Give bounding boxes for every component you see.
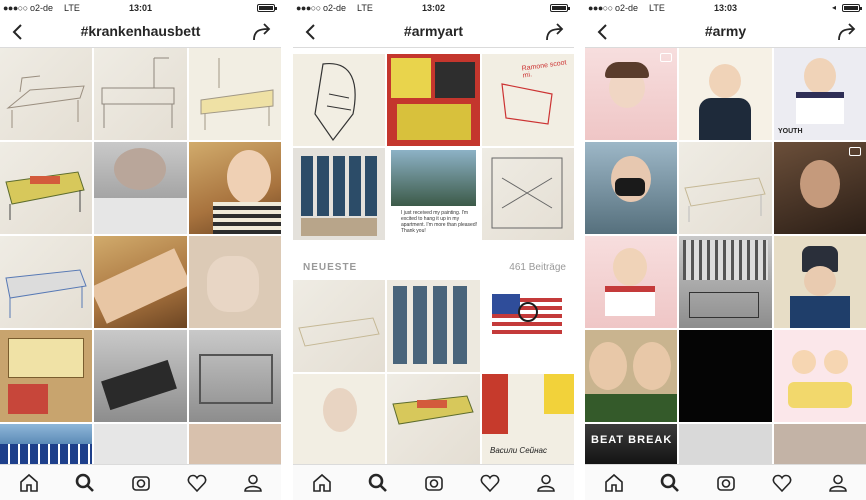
clock: 13:02 bbox=[421, 3, 446, 13]
photo-grid[interactable]: YOUTH BEAT BREAK bbox=[585, 48, 866, 464]
heart-icon[interactable] bbox=[186, 472, 208, 494]
top-nav: #armyart bbox=[293, 16, 574, 48]
photo-grid[interactable] bbox=[0, 48, 281, 464]
grid-photo[interactable] bbox=[387, 374, 480, 464]
grid-photo[interactable] bbox=[774, 236, 866, 328]
battery-icon bbox=[842, 4, 862, 12]
tile-caption-youth: YOUTH bbox=[778, 128, 803, 135]
profile-icon[interactable] bbox=[827, 472, 849, 494]
screen-armyart: ●●●○○ o2-de LTE 13:02 #armyart Ramone sc… bbox=[293, 0, 574, 500]
screen-krankenhausbett: ●●●○○ o2-de LTE 13:01 #krankenhausbett bbox=[0, 0, 281, 500]
grid-photo[interactable] bbox=[774, 424, 866, 464]
clock: 13:01 bbox=[128, 3, 153, 13]
grid-photo[interactable] bbox=[293, 148, 385, 240]
grid-photo[interactable] bbox=[94, 330, 187, 422]
grid-photo[interactable] bbox=[0, 142, 92, 234]
grid-photo[interactable] bbox=[679, 142, 772, 234]
hashtag-title: #krankenhausbett bbox=[80, 23, 201, 39]
grid-photo[interactable] bbox=[774, 330, 866, 422]
status-bar: ●●●○○ o2-de LTE 13:03 ◂ bbox=[585, 0, 866, 16]
hashtag-title: #armyart bbox=[403, 23, 464, 39]
share-arrow-icon[interactable] bbox=[836, 21, 858, 43]
post-count: 461 Beiträge bbox=[509, 262, 566, 273]
camera-icon[interactable] bbox=[130, 472, 152, 494]
grid-photo[interactable] bbox=[189, 236, 281, 328]
grid-photo[interactable] bbox=[679, 236, 772, 328]
battery-icon bbox=[257, 4, 277, 12]
grid-photo[interactable] bbox=[774, 142, 866, 234]
grid-photo[interactable] bbox=[0, 236, 92, 328]
grid-photo[interactable] bbox=[585, 48, 677, 140]
share-arrow-icon[interactable] bbox=[544, 21, 566, 43]
search-icon[interactable] bbox=[367, 472, 389, 494]
grid-photo[interactable] bbox=[189, 424, 281, 464]
status-bar: ●●●○○ o2-de LTE 13:02 bbox=[293, 0, 574, 16]
chevron-left-icon[interactable] bbox=[301, 21, 321, 43]
grid-photo[interactable] bbox=[387, 54, 480, 146]
grid-photo[interactable] bbox=[585, 142, 677, 234]
grid-photo[interactable] bbox=[293, 280, 385, 372]
clock: 13:03 bbox=[713, 3, 738, 13]
grid-photo[interactable] bbox=[0, 424, 92, 464]
post-caption: I just received my painting. I'm excited… bbox=[401, 210, 477, 234]
grid-photo[interactable]: Ramone scoot mi. bbox=[482, 54, 574, 146]
grid-photo[interactable] bbox=[189, 48, 281, 140]
top-nav: #krankenhausbett bbox=[0, 16, 281, 48]
profile-icon[interactable] bbox=[242, 472, 264, 494]
battery-icon bbox=[550, 4, 570, 12]
grid-photo[interactable]: Васили Сейнас bbox=[482, 374, 574, 464]
heart-icon[interactable] bbox=[771, 472, 793, 494]
grid-photo[interactable] bbox=[585, 330, 677, 422]
screen-army: ●●●○○ o2-de LTE 13:03 ◂ #army YOUTH BEAT… bbox=[585, 0, 866, 500]
search-icon[interactable] bbox=[659, 472, 681, 494]
grid-photo[interactable] bbox=[293, 374, 385, 464]
grid-photo[interactable] bbox=[0, 330, 92, 422]
chevron-left-icon[interactable] bbox=[593, 21, 613, 43]
grid-photo[interactable] bbox=[679, 48, 772, 140]
section-header-recent: NEUESTE 461 Beiträge bbox=[293, 252, 574, 282]
bottom-tab-bar bbox=[293, 464, 574, 500]
grid-photo[interactable] bbox=[94, 236, 187, 328]
grid-photo[interactable] bbox=[94, 424, 187, 464]
grid-photo[interactable] bbox=[189, 142, 281, 234]
grid-photo[interactable] bbox=[94, 48, 187, 140]
grid-photo[interactable] bbox=[387, 280, 480, 372]
painting-signature: Васили Сейнас bbox=[490, 446, 547, 455]
grid-photo[interactable]: YOUTH bbox=[774, 48, 866, 140]
grid-photo[interactable] bbox=[482, 148, 574, 240]
profile-icon[interactable] bbox=[535, 472, 557, 494]
bottom-tab-bar bbox=[0, 464, 281, 500]
camera-icon[interactable] bbox=[423, 472, 445, 494]
grid-photo[interactable] bbox=[0, 48, 92, 140]
heart-icon[interactable] bbox=[479, 472, 501, 494]
grid-photo[interactable] bbox=[679, 424, 772, 464]
grid-photo[interactable] bbox=[189, 330, 281, 422]
grid-photo[interactable] bbox=[482, 280, 574, 372]
grid-photo[interactable] bbox=[94, 142, 187, 234]
chevron-left-icon[interactable] bbox=[8, 21, 28, 43]
camera-icon[interactable] bbox=[715, 472, 737, 494]
bottom-tab-bar bbox=[585, 464, 866, 500]
home-icon[interactable] bbox=[311, 472, 333, 494]
grid-photo[interactable]: BEAT BREAK bbox=[585, 424, 677, 464]
screen-divider bbox=[281, 0, 293, 500]
grid-photo[interactable] bbox=[585, 236, 677, 328]
tile-caption-beat-break: BEAT BREAK bbox=[591, 434, 673, 446]
grid-photo[interactable] bbox=[679, 330, 772, 422]
share-arrow-icon[interactable] bbox=[251, 21, 273, 43]
section-title: NEUESTE bbox=[303, 262, 358, 273]
status-bar: ●●●○○ o2-de LTE 13:01 bbox=[0, 0, 281, 16]
location-arrow-icon: ◂ bbox=[831, 3, 836, 12]
search-icon[interactable] bbox=[74, 472, 96, 494]
top-nav: #army bbox=[585, 16, 866, 48]
photo-grid[interactable]: Ramone scoot mi. I just received my pain… bbox=[293, 48, 574, 464]
grid-photo[interactable]: I just received my painting. I'm excited… bbox=[387, 148, 480, 240]
home-icon[interactable] bbox=[18, 472, 40, 494]
hashtag-title: #army bbox=[704, 23, 747, 39]
grid-photo[interactable] bbox=[293, 54, 385, 146]
home-icon[interactable] bbox=[603, 472, 625, 494]
